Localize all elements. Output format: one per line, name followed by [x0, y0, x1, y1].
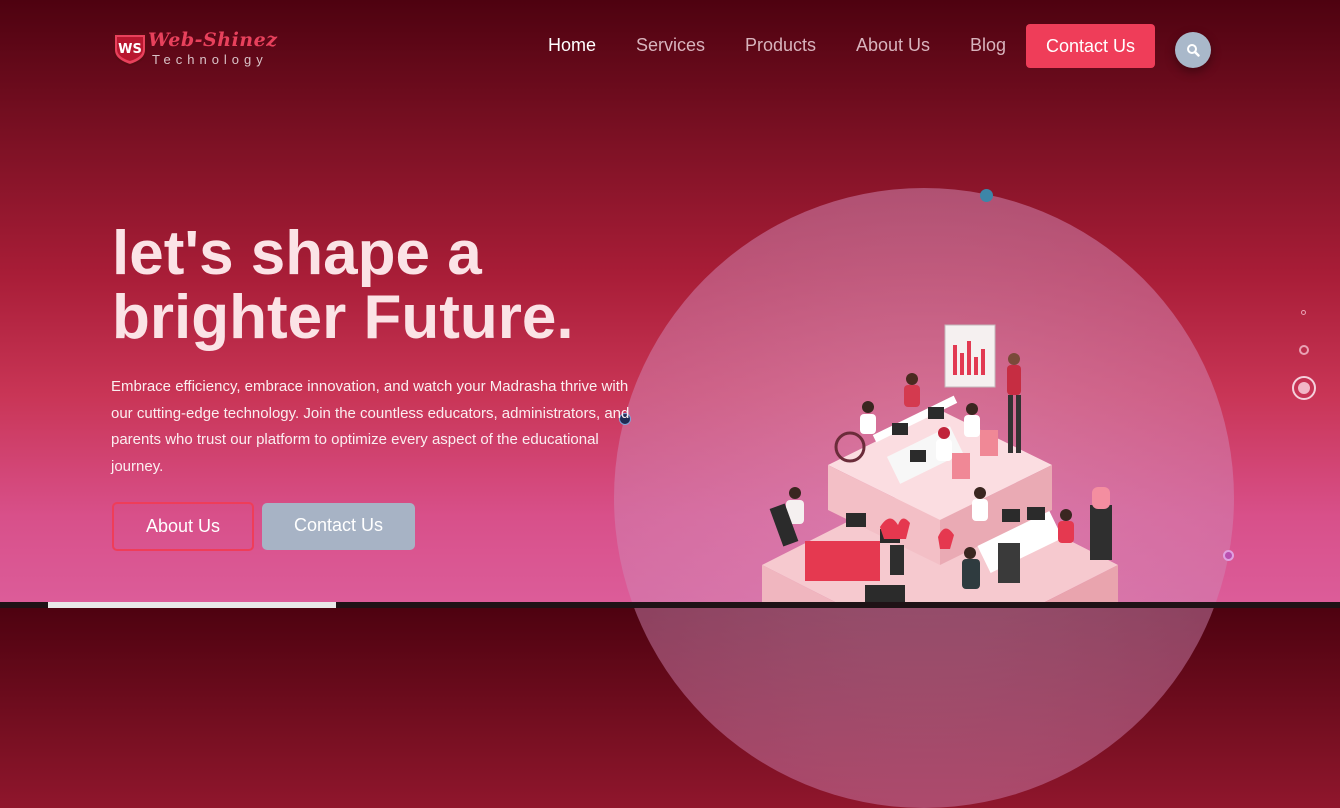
hero-description: Embrace efficiency, embrace innovation, … [111, 378, 630, 475]
top-navbar: WS Web-Shinez Technology Home Services P… [0, 0, 1340, 95]
decor-dot [980, 189, 993, 202]
about-us-button[interactable]: About Us [112, 502, 254, 551]
slider-dot[interactable] [1301, 310, 1306, 315]
shield-logo-icon: WS [113, 33, 147, 66]
hero-title-line-1: let's shape a [112, 219, 482, 288]
nav-about-us[interactable]: About Us [856, 35, 930, 56]
contact-us-button[interactable]: Contact Us [262, 503, 415, 550]
slider-dot-active[interactable] [1292, 376, 1316, 400]
nav-blog[interactable]: Blog [970, 35, 1006, 56]
nav-products[interactable]: Products [745, 35, 816, 56]
decor-dot [1223, 550, 1234, 561]
hero-title: let's shape a brighter Future. [112, 222, 672, 350]
brand-logo[interactable]: WS Web-Shinez Technology [112, 28, 302, 70]
brand-tagline: Technology [152, 52, 268, 67]
slider-dot[interactable] [1299, 345, 1309, 355]
search-button[interactable] [1175, 32, 1211, 68]
nav-contact-button[interactable]: Contact Us [1026, 24, 1155, 68]
logo-badge-text: WS [118, 42, 142, 57]
office-team-illustration [762, 324, 1118, 608]
slider-dot-fill [1298, 382, 1310, 394]
search-icon [1187, 44, 1200, 57]
nav-home[interactable]: Home [548, 35, 596, 56]
hero-title-line-2: brighter Future. [112, 283, 574, 352]
brand-name: Web-Shinez [148, 29, 278, 51]
nav-services[interactable]: Services [636, 35, 705, 56]
bottom-section-edge-light [48, 602, 336, 608]
